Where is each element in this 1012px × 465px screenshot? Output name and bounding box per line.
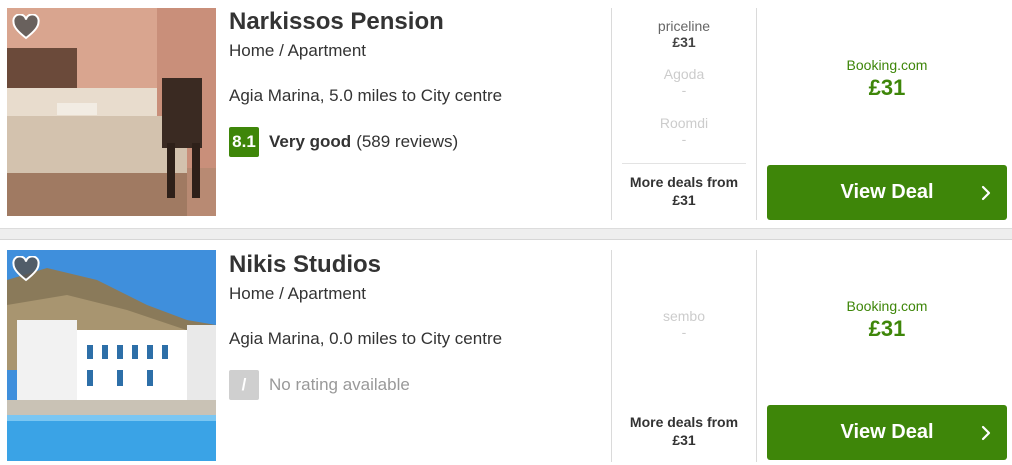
card-separator (0, 228, 1012, 240)
hotel-name[interactable]: Narkissos Pension (229, 8, 444, 36)
view-deal-button[interactable]: View Deal (767, 405, 1007, 460)
other-price-item[interactable]: priceline £31 (612, 18, 756, 50)
more-deals-price: £31 (672, 192, 696, 208)
location-distance: Agia Marina, 5.0 miles to City centre (229, 86, 503, 105)
divider (756, 8, 757, 220)
rating-label: Very good (269, 132, 352, 151)
hotel-photo[interactable] (7, 8, 216, 216)
rating-score-badge: / (229, 370, 259, 400)
more-deals-link[interactable]: More deals from £31 (612, 173, 756, 209)
favorite-heart-icon[interactable] (12, 256, 40, 282)
provider-name: sembo (662, 308, 706, 324)
best-deal-provider: Booking.com (846, 298, 928, 314)
other-price-item: Agoda - (612, 66, 756, 98)
location-distance: Agia Marina, 0.0 miles to City centre (229, 329, 503, 348)
view-deal-label: View Deal (840, 421, 934, 443)
hotel-name[interactable]: Nikis Studios (229, 251, 381, 279)
provider-price: £31 (672, 34, 696, 50)
best-deal[interactable]: Booking.com £31 (767, 297, 1007, 343)
hotel-card: Nikis Studios Home / Apartment Agia Mari… (0, 240, 1012, 465)
divider (622, 163, 746, 164)
provider-name: Roomdi (659, 115, 709, 131)
best-deal-price: £31 (868, 316, 906, 341)
best-deal-provider: Booking.com (846, 57, 928, 73)
heart-icon (12, 256, 40, 282)
divider (756, 250, 757, 462)
provider-price: - (681, 131, 687, 147)
property-type: Home / Apartment (229, 41, 367, 60)
best-deal[interactable]: Booking.com £31 (767, 56, 1007, 102)
provider-price: - (681, 324, 687, 340)
view-deal-label: View Deal (840, 181, 934, 203)
provider-name: Agoda (663, 66, 705, 82)
more-deals-label: More deals from (629, 414, 739, 430)
no-rating-label: No rating available (269, 375, 410, 394)
heart-icon (12, 14, 40, 40)
more-deals-label: More deals from (629, 174, 739, 190)
provider-price: - (681, 82, 687, 98)
chevron-right-icon (981, 165, 991, 220)
rating-score-badge: 8.1 (229, 127, 259, 157)
provider-name: priceline (657, 18, 711, 34)
rating-row: / No rating available (229, 370, 410, 400)
other-price-item: Roomdi - (612, 115, 756, 147)
property-type: Home / Apartment (229, 284, 367, 303)
hotel-photo[interactable] (7, 250, 216, 461)
more-deals-link[interactable]: More deals from £31 (612, 413, 756, 449)
review-count[interactable]: (589 reviews) (356, 132, 458, 152)
rating-row: 8.1 Very good (589 reviews) (229, 127, 458, 157)
hotel-card: Narkissos Pension Home / Apartment Agia … (0, 0, 1012, 228)
view-deal-button[interactable]: View Deal (767, 165, 1007, 220)
more-deals-price: £31 (672, 432, 696, 448)
best-deal-price: £31 (868, 75, 906, 100)
other-price-item: sembo - (612, 308, 756, 340)
favorite-heart-icon[interactable] (12, 14, 40, 40)
chevron-right-icon (981, 405, 991, 460)
